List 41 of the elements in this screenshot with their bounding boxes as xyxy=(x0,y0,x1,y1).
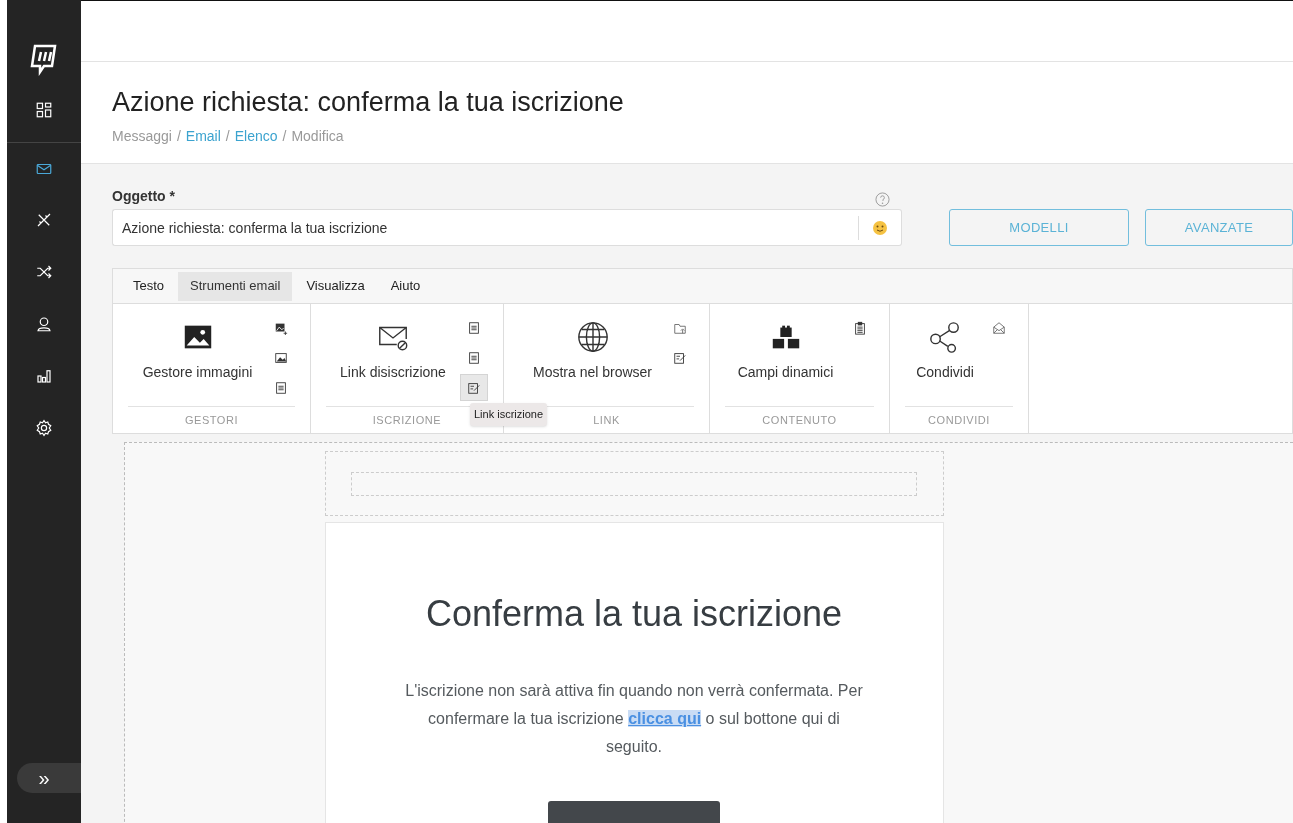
edit-icon xyxy=(467,380,481,395)
email-heading: Conferma la tua iscrizione xyxy=(425,592,843,636)
ribbon-tab[interactable]: Visualizza xyxy=(294,271,377,301)
user-icon[interactable] xyxy=(35,315,53,333)
breadcrumb-separator: / xyxy=(176,127,181,146)
document-icon xyxy=(467,350,481,365)
document-icon xyxy=(274,380,288,395)
globe-icon xyxy=(575,320,610,354)
ribbon-button[interactable]: Campi dinamici xyxy=(725,314,846,406)
share-icon xyxy=(928,320,962,354)
page-title: Azione richiesta: conferma la tua iscrizione xyxy=(112,86,625,118)
logo-icon xyxy=(30,44,58,76)
email-paragraph: L'iscrizione non sarà attiva fin quando non verrà confermata. Per confermare la tua iscrizione clicca qui o sul bottone qui di seguito. xyxy=(404,681,864,757)
tooltip: Link iscrizione xyxy=(470,403,548,426)
ribbon-button[interactable]: Mostra nel browser xyxy=(519,314,666,406)
ribbon-button[interactable]: Link disiscrizione xyxy=(326,314,460,406)
group-label: CONDIVIDI xyxy=(905,405,1013,433)
group-label: CONTENUTO xyxy=(725,405,874,433)
ribbon-tab[interactable]: Testo xyxy=(121,271,177,301)
bar-chart-icon[interactable] xyxy=(35,367,53,385)
field-label: Oggetto * xyxy=(112,187,175,206)
breadcrumb-separator: / xyxy=(282,127,287,146)
image-icon xyxy=(274,350,288,365)
ribbon-tab[interactable]: Strumenti email xyxy=(178,271,293,301)
pencil-ruler-icon[interactable] xyxy=(35,211,53,229)
breadcrumb-separator: / xyxy=(225,127,230,146)
breadcrumb-item: Modifica xyxy=(291,127,344,146)
settings-icon[interactable] xyxy=(35,419,53,437)
clipboard-icon xyxy=(853,320,867,335)
tool-button[interactable] xyxy=(460,374,488,401)
ribbon-button[interactable]: Gestore immagini xyxy=(128,314,267,406)
expand-button[interactable]: » xyxy=(17,763,81,793)
breadcrumb-item: Messaggi xyxy=(112,127,172,146)
envelope-icon xyxy=(992,320,1006,335)
edit-icon xyxy=(673,350,687,365)
group-label: GESTORI xyxy=(128,405,295,433)
ribbon-button[interactable]: Condividi xyxy=(905,314,985,406)
ribbon-tab[interactable]: Aiuto xyxy=(378,271,433,301)
dashboard-icon[interactable] xyxy=(35,101,53,119)
shuffle-icon[interactable] xyxy=(35,263,53,281)
document-icon xyxy=(467,320,481,335)
